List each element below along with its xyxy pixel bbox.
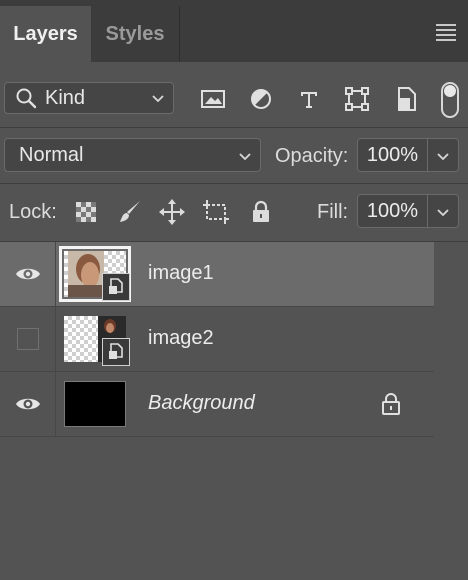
layer-name[interactable]: image2 — [148, 327, 214, 350]
visibility-toggle[interactable] — [0, 372, 56, 436]
hidden-visibility-box — [16, 328, 39, 350]
blend-mode-value: Normal — [19, 143, 84, 166]
lock-icon — [382, 393, 400, 415]
filter-kind-select[interactable]: Kind — [4, 82, 174, 114]
tab-styles[interactable]: Styles — [91, 6, 180, 62]
image-filter-icon[interactable] — [198, 84, 228, 114]
panel-menu-icon[interactable] — [436, 24, 456, 41]
fill-input[interactable]: 100% — [357, 194, 428, 228]
eye-icon — [15, 268, 40, 280]
lock-transparent-pixels-icon[interactable] — [72, 198, 100, 226]
divider — [0, 183, 468, 184]
chevron-down-icon — [152, 95, 164, 103]
chevron-down-icon — [437, 209, 449, 217]
tab-bar: Layers Styles — [0, 0, 468, 62]
smart-object-icon — [102, 338, 130, 366]
opacity-label: Opacity: — [275, 145, 349, 167]
opacity-dropdown-button[interactable] — [428, 138, 459, 172]
lock-label: Lock: — [9, 201, 57, 223]
layer-thumbnail[interactable] — [64, 316, 130, 366]
tab-layers[interactable]: Layers — [0, 6, 91, 62]
layer-row-image1[interactable]: image1 — [0, 242, 434, 307]
visibility-toggle[interactable] — [0, 242, 56, 306]
eye-icon — [15, 398, 40, 410]
layers-list: image1 image2 Background — [0, 242, 434, 437]
type-filter-icon[interactable] — [294, 84, 324, 114]
layer-name[interactable]: image1 — [148, 262, 214, 285]
layer-row-image2[interactable]: image2 — [0, 307, 434, 372]
layers-panel: Layers Styles Kind Normal Opacity: 100% … — [0, 0, 468, 580]
layer-thumbnail[interactable] — [64, 381, 126, 427]
chevron-down-icon — [239, 153, 251, 161]
filter-kind-label: Kind — [45, 86, 86, 109]
filter-toggle-switch[interactable] — [441, 82, 459, 118]
opacity-input[interactable]: 100% — [357, 138, 428, 172]
layer-row-background[interactable]: Background — [0, 372, 434, 437]
fill-label: Fill: — [317, 201, 349, 223]
blend-mode-select[interactable]: Normal — [4, 138, 261, 172]
smart-object-icon — [102, 273, 130, 301]
shape-filter-icon[interactable] — [342, 84, 372, 114]
chevron-down-icon — [437, 153, 449, 161]
search-icon — [16, 88, 37, 109]
layer-name[interactable]: Background — [148, 392, 255, 415]
lock-position-icon[interactable] — [158, 198, 186, 226]
lock-all-icon[interactable] — [247, 198, 275, 226]
toggle-knob — [444, 85, 456, 97]
lock-artboard-icon[interactable] — [202, 198, 230, 226]
smart-object-filter-icon[interactable] — [392, 84, 422, 114]
fill-dropdown-button[interactable] — [428, 194, 459, 228]
layer-thumbnail[interactable] — [59, 246, 131, 302]
lock-image-pixels-icon[interactable] — [116, 198, 144, 226]
adjustment-filter-icon[interactable] — [246, 84, 276, 114]
visibility-toggle[interactable] — [0, 307, 56, 371]
divider — [0, 127, 468, 128]
